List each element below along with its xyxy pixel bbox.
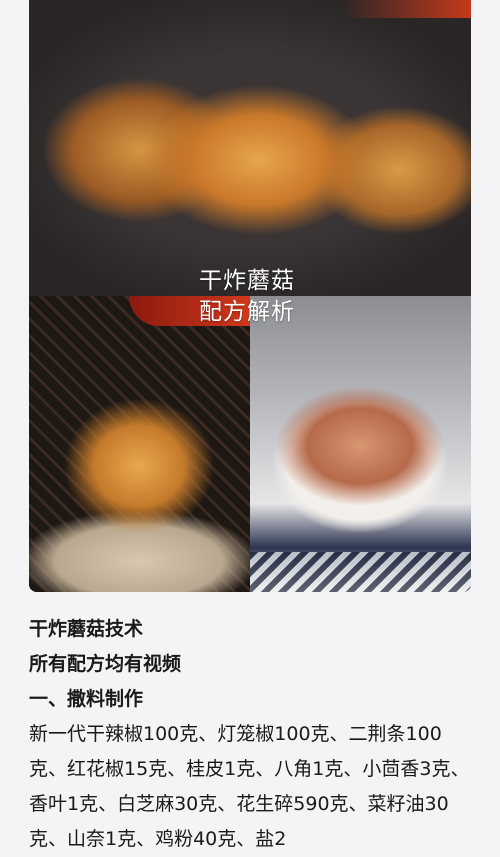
cover-caption-line2: 配方解析 [199, 299, 295, 325]
fried-mushroom-photo-bottom-right [250, 296, 471, 592]
section-heading: 一、撒料制作 [29, 688, 144, 710]
article-body: 干炸蘑菇技术 所有配方均有视频 一、撒料制作 新一代干辣椒100克、灯笼椒100… [29, 612, 473, 857]
fried-mushroom-photo-top [29, 0, 471, 296]
article-subtitle: 所有配方均有视频 [29, 653, 182, 675]
article-title: 干炸蘑菇技术 [29, 618, 144, 640]
section-paragraph: 新一代干辣椒100克、灯笼椒100克、二荆条100克、红花椒15克、桂皮1克、八… [29, 723, 470, 850]
recipe-cover-image[interactable]: 干炸蘑菇 配方解析 [29, 0, 471, 592]
cover-caption: 干炸蘑菇 配方解析 [199, 266, 295, 328]
fried-mushroom-photo-bottom-left [29, 296, 250, 592]
cover-caption-line1: 干炸蘑菇 [199, 268, 295, 294]
